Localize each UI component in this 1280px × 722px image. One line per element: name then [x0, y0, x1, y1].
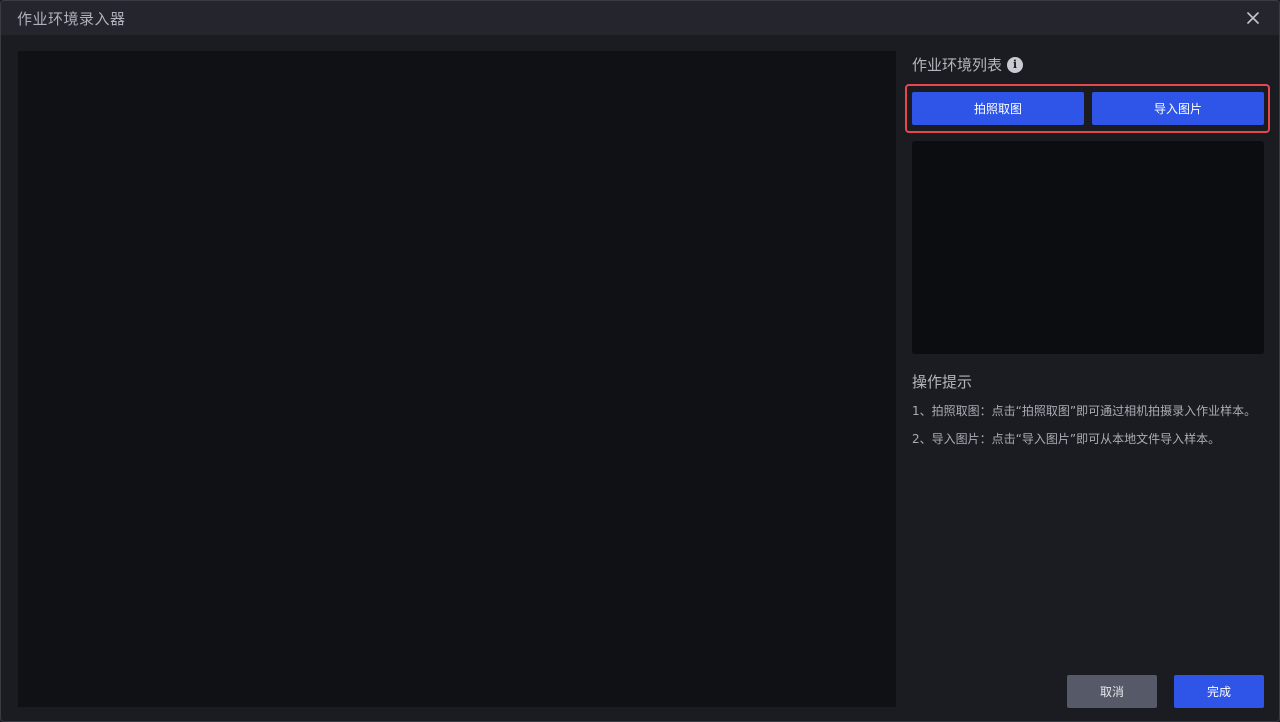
capture-photo-button[interactable]: 拍照取图 — [912, 92, 1084, 125]
environment-list — [912, 141, 1264, 354]
import-image-button[interactable]: 导入图片 — [1092, 92, 1264, 125]
camera-preview — [18, 51, 896, 707]
done-button[interactable]: 完成 — [1174, 675, 1264, 708]
title-bar: 作业环境录入器 — [1, 1, 1279, 35]
hint-item: 2、导入图片：点击“导入图片”即可从本地文件导入样本。 — [912, 432, 1221, 446]
close-button[interactable] — [1243, 8, 1263, 28]
cancel-button[interactable]: 取消 — [1067, 675, 1157, 708]
info-icon[interactable]: i — [1007, 56, 1024, 73]
environment-list-heading: 作业环境列表 i — [912, 54, 1024, 75]
hints-title: 操作提示 — [912, 373, 973, 391]
window-title: 作业环境录入器 — [17, 9, 126, 28]
close-icon — [1247, 12, 1259, 24]
recorder-dialog: 作业环境录入器 作业环境列表 i 拍照取图 导入图片 操作提示 1、拍照取图：点… — [0, 0, 1280, 722]
hint-item: 1、拍照取图：点击“拍照取图”即可通过相机拍摄录入作业样本。 — [912, 404, 1257, 418]
environment-list-title: 作业环境列表 — [912, 56, 1003, 74]
